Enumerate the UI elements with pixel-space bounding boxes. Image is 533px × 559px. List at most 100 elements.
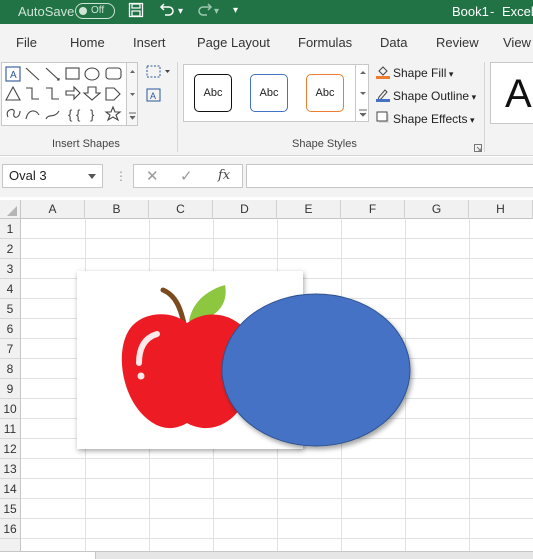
svg-text:{: { — [68, 107, 73, 122]
tab-formulas[interactable]: Formulas — [298, 35, 352, 50]
formula-input[interactable] — [246, 164, 533, 188]
svg-text:}: } — [90, 107, 95, 122]
paint-bucket-icon — [376, 65, 390, 79]
select-all-icon — [7, 206, 17, 216]
pen-icon — [376, 88, 390, 102]
save-icon[interactable] — [128, 2, 144, 22]
style-swatch-black[interactable]: Abc — [194, 74, 232, 112]
edit-shape-icon[interactable] — [146, 65, 172, 82]
select-all-button[interactable] — [0, 200, 21, 219]
row-header[interactable]: 14 — [0, 479, 21, 499]
sheet-tab-bar — [0, 551, 533, 559]
oval-shape[interactable] — [218, 292, 418, 452]
row-header[interactable]: 1 — [0, 219, 21, 239]
group-divider — [484, 62, 485, 152]
column-header-c[interactable]: C — [149, 200, 213, 219]
toggle-knob — [79, 7, 87, 15]
row-header[interactable]: 10 — [0, 399, 21, 419]
row-header[interactable]: 12 — [0, 439, 21, 459]
row-header[interactable]: 8 — [0, 359, 21, 379]
undo-dropdown-icon[interactable]: ▾ — [178, 6, 183, 17]
shapes-gallery-scroll[interactable] — [127, 62, 138, 126]
autosave-state: Off — [91, 5, 105, 16]
shape-outline-button[interactable]: Shape Outline ▾ — [376, 88, 476, 103]
wordart-style-button[interactable]: A — [490, 62, 533, 124]
arc-shape-icon — [25, 110, 40, 120]
tab-data[interactable]: Data — [380, 35, 407, 50]
row-header[interactable]: 7 — [0, 339, 21, 359]
customize-qat-icon[interactable]: ▾ — [233, 5, 238, 16]
enter-check-icon[interactable]: ✓ — [180, 167, 193, 185]
shape-fill-button[interactable]: Shape Fill ▾ — [376, 65, 453, 80]
tab-page-layout[interactable]: Page Layout — [197, 35, 270, 50]
tab-home[interactable]: Home — [70, 35, 105, 50]
chevron-down-icon[interactable] — [88, 174, 96, 179]
elbow-arrow-shape-icon — [46, 87, 59, 100]
apple-highlight-dot — [137, 372, 145, 380]
column-header-e[interactable]: E — [277, 200, 341, 219]
sheet-tab[interactable] — [0, 552, 96, 559]
row-header[interactable]: 11 — [0, 419, 21, 439]
row-header[interactable]: 5 — [0, 299, 21, 319]
row-header[interactable]: 15 — [0, 499, 21, 519]
worksheet-grid[interactable]: A B C D E F G H 1 2 3 4 5 6 7 8 9 10 11 … — [0, 200, 533, 559]
shape-outline-label: Shape Outline — [393, 89, 470, 103]
oval-shape-icon — [84, 67, 100, 81]
undo-icon[interactable] — [158, 2, 176, 22]
insert-shapes-group-label: Insert Shapes — [52, 138, 120, 150]
name-box-value: Oval 3 — [9, 168, 47, 183]
svg-text:A: A — [150, 91, 156, 101]
shape-effects-button[interactable]: Shape Effects ▾ — [376, 111, 475, 126]
autosave-toggle[interactable]: Off — [75, 3, 115, 19]
cancel-icon[interactable]: ✕ — [146, 167, 159, 185]
row-header[interactable]: 9 — [0, 379, 21, 399]
name-box[interactable]: Oval 3 — [2, 164, 103, 188]
elbow-connector-shape-icon — [26, 87, 39, 100]
tab-view[interactable]: View — [503, 35, 531, 50]
row-header[interactable]: 6 — [0, 319, 21, 339]
rectangle-shape-icon — [65, 67, 80, 80]
triangle-shape-icon — [5, 85, 21, 101]
svg-text:A: A — [10, 70, 17, 81]
row-header[interactable]: 2 — [0, 239, 21, 259]
column-header-a[interactable]: A — [21, 200, 85, 219]
line-shape-icon — [25, 67, 40, 81]
style-swatch-orange[interactable]: Abc — [306, 74, 344, 112]
title-bar: AutoSave Off ▾ ▾ ▾ Book1 - Excel — [0, 0, 533, 24]
ribbon-body: A { { } A Insert Shapes Abc Abc Abc Shap… — [0, 60, 533, 156]
redo-dropdown-icon[interactable]: ▾ — [214, 6, 219, 17]
group-divider — [177, 62, 178, 152]
tab-review[interactable]: Review — [436, 35, 479, 50]
tab-insert[interactable]: Insert — [133, 35, 166, 50]
star-shape-icon — [104, 105, 122, 122]
column-header-h[interactable]: H — [469, 200, 533, 219]
row-header[interactable]: 4 — [0, 279, 21, 299]
dialog-launcher-icon[interactable] — [474, 141, 482, 155]
insert-function-icon[interactable]: fx — [218, 168, 230, 183]
pentagon-shape-icon — [105, 87, 121, 101]
shape-effects-label: Shape Effects — [393, 112, 468, 126]
row-header[interactable]: 3 — [0, 259, 21, 279]
row-header[interactable]: 16 — [0, 519, 21, 539]
formula-bar: Oval 3 ⋮ ✕ ✓ fx — [0, 157, 533, 197]
tab-file[interactable]: File — [16, 35, 37, 50]
shapes-gallery[interactable]: A { { } — [1, 62, 127, 126]
shape-styles-scroll[interactable] — [355, 64, 369, 122]
arrow-line-shape-icon — [45, 67, 60, 81]
rounded-rectangle-shape-icon — [105, 67, 122, 80]
column-header-f[interactable]: F — [341, 200, 405, 219]
text-box-shape-icon: A — [5, 66, 21, 82]
autosave-label: AutoSave — [18, 4, 75, 19]
formula-buttons: ✕ ✓ fx — [133, 164, 243, 188]
text-box-insert-icon[interactable]: A — [146, 88, 162, 105]
row-header[interactable]: 13 — [0, 459, 21, 479]
style-swatch-blue[interactable]: Abc — [250, 74, 288, 112]
formula-bar-grip-icon[interactable]: ⋮ — [115, 169, 127, 183]
shape-styles-gallery[interactable]: Abc Abc Abc — [183, 64, 369, 122]
ribbon-tabs: File Home Insert Page Layout Formulas Da… — [0, 24, 533, 60]
down-arrow-shape-icon — [82, 86, 102, 101]
column-header-b[interactable]: B — [85, 200, 149, 219]
redo-icon[interactable] — [196, 2, 214, 22]
column-header-d[interactable]: D — [213, 200, 277, 219]
column-header-g[interactable]: G — [405, 200, 469, 219]
